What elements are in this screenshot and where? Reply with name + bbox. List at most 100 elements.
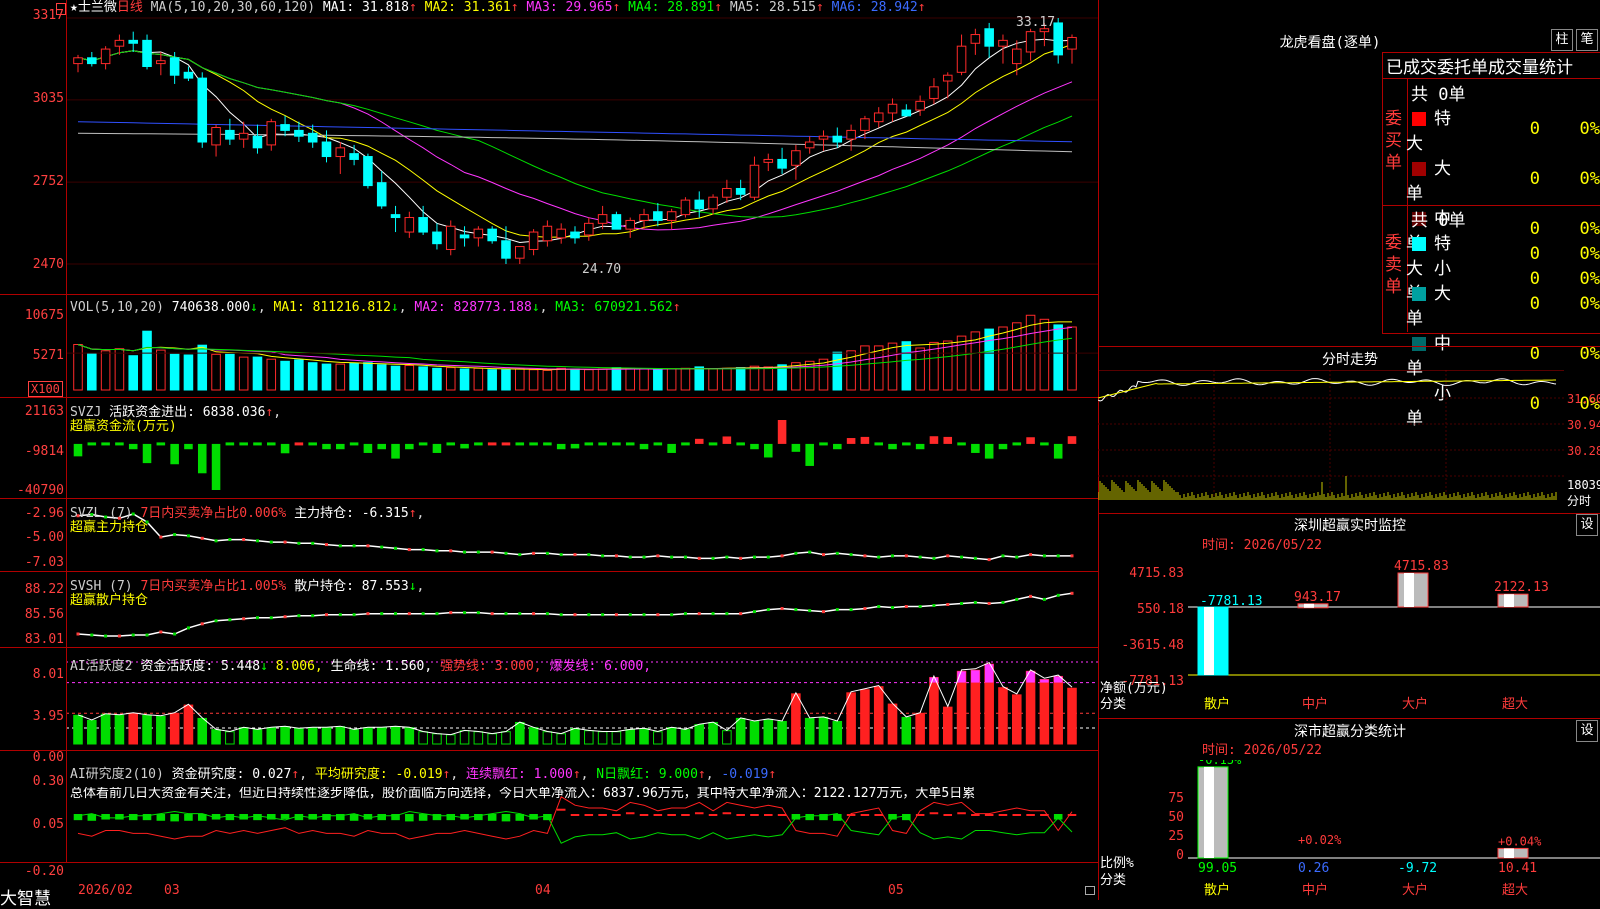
scroll-box-icon[interactable] [56,3,66,15]
panel-divider [1098,718,1600,719]
line-marker [601,554,605,558]
vol-value: 740638.000 [171,300,251,315]
ma2-value: MA2: 31.361 [424,0,511,15]
activity-bar [335,726,346,745]
main-chart-area[interactable] [0,0,1098,900]
lock-icon[interactable] [1085,886,1095,895]
monitor-bar-value: 4715.83 [1394,559,1449,574]
activity-bar [860,689,870,745]
volume-bar [901,341,912,391]
monitor-settings-button[interactable]: 设 [1576,514,1598,536]
line-marker [338,613,342,617]
candle-body [970,34,981,44]
up-arrow-icon: ↑ [714,0,723,15]
flow-bar [998,443,1008,450]
classify-settings-button[interactable]: 设 [1576,720,1598,742]
line-marker [697,556,701,560]
flow-bar [888,443,897,450]
intraday-chart[interactable] [1098,370,1564,510]
activity-bar [211,729,221,745]
activity-bar [128,712,139,745]
svzl-label: SVZL (7) [70,506,133,521]
up-arrow-icon: ↑ [612,0,621,15]
activity-bar [570,728,580,745]
volume-bar [694,366,705,391]
line-marker [752,555,756,559]
flow-bar [984,443,994,459]
line-marker [173,632,177,636]
svzj-header: SVZJ 活跃资金进出: 6838.036↑, [70,405,282,420]
svsh-header: SVSH (7) 7日内买卖净占比1.005% 散户持仓: 87.553↓, [70,579,425,594]
sell-total: 共 0单 [1411,211,1466,231]
flow-bar [1053,443,1063,459]
activity-bar [432,733,442,745]
y-tick-label: -7.03 [24,555,64,570]
flow-bar [915,443,925,450]
candle-body [432,231,442,245]
flow-bar [777,420,787,444]
line-marker [297,541,301,545]
candle-body [708,196,718,210]
ai-activity-value: 资金活跃度: 5.448 [140,659,261,674]
volume-bar [225,353,235,391]
flow-bar [598,442,607,446]
volume-bar [142,330,152,391]
candle-body [818,135,829,140]
volume-bar [432,367,442,391]
activity-bar [653,731,663,745]
volume-bar [1067,326,1077,391]
bar-view-button[interactable]: 柱 [1551,29,1573,51]
activity-bar [114,714,125,745]
activity-bar [501,731,511,745]
flow-bar [902,442,911,446]
flow-bar [957,442,966,446]
research-bar [639,814,649,816]
classify-value: 99.05 [1198,861,1237,876]
tick-view-button[interactable]: 笔 [1576,29,1598,51]
up-arrow-icon: ↑ [815,0,824,15]
flow-bar [487,442,497,446]
line-marker [960,555,964,559]
activity-bar [998,687,1008,745]
y-tick-label: -0.20 [24,864,64,879]
flow-bar [225,442,235,446]
pane-divider [0,862,1098,863]
vol-unit-button[interactable]: X100 [28,381,63,397]
y-tick-label: 0 [1176,848,1184,863]
line-marker [532,612,536,616]
volume-bar [818,358,829,391]
line-marker [394,612,398,616]
research-bar [984,814,994,816]
activity-bar [183,704,194,745]
table-row: 大单 0 0% [1406,159,1600,204]
flow-bar [446,442,456,446]
activity-bar [694,724,705,745]
y-tick-label: -40790 [17,483,64,498]
y-tick-label: 3035 [32,91,64,106]
flow-bar [349,442,359,446]
candle-body [211,126,221,146]
line-marker [794,608,798,612]
volume-bar [611,367,622,391]
period-label[interactable]: 日线 [117,0,143,15]
line-marker [697,612,701,616]
vol-header: VOL(5,10,20) 740638.000↓, MA1: 811216.81… [70,300,681,315]
svzj-value: 活跃资金进出: 6838.036 [109,405,266,420]
candle-body [998,39,1008,47]
classify-change-label: +0.04% [1498,834,1542,848]
activity-bar [639,728,649,745]
activity-bar [473,731,484,745]
ma5-value: MA5: 28.515 [729,0,816,15]
line-marker [822,610,825,614]
stock-name[interactable]: ★士兰微 [70,0,117,15]
intraday-price-label: 30.94 [1567,418,1600,432]
line-marker [76,632,80,636]
y-tick-label: 0.00 [32,750,64,765]
volume-bar [73,344,83,391]
research-bar [1012,814,1022,816]
flow-bar [418,442,428,446]
volume-bar [873,345,884,391]
research-bar [225,814,235,821]
flow-bar [819,442,828,446]
line-marker [366,544,370,548]
